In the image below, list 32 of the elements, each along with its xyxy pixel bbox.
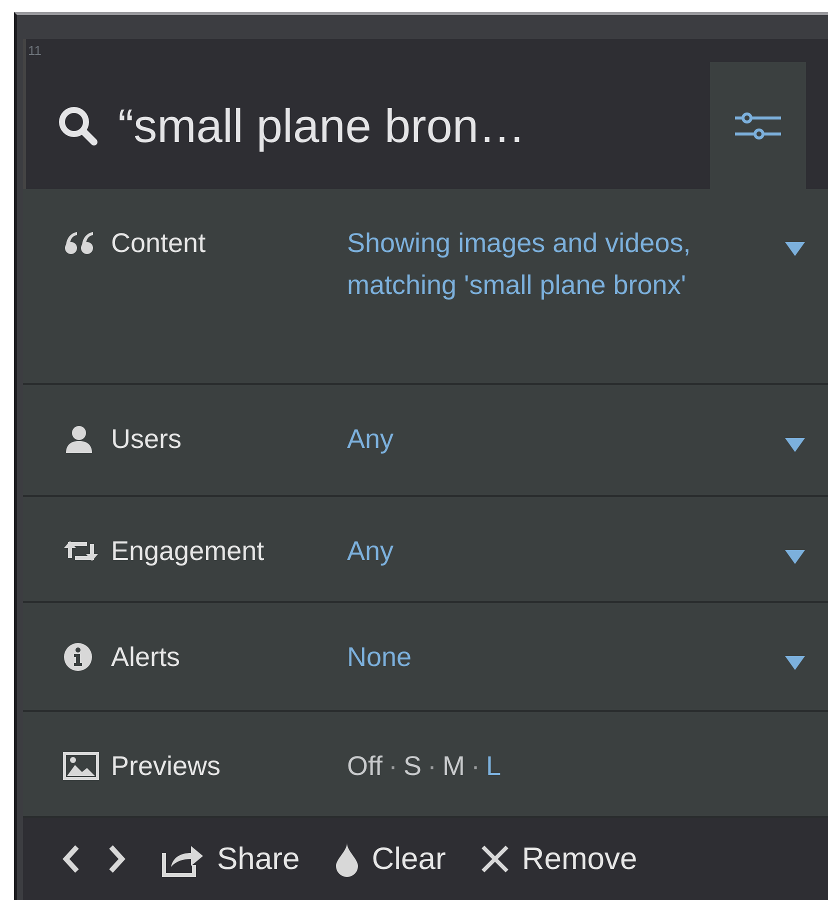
filter-label: Users	[111, 423, 183, 456]
dropdown-caret-icon[interactable]	[784, 241, 806, 257]
close-icon	[480, 844, 510, 874]
filter-value[interactable]: Showing images and videos, matching 'small plane bronx'	[347, 222, 707, 306]
preview-size-option[interactable]: M	[442, 751, 466, 781]
dropdown-caret-icon[interactable]	[784, 655, 806, 671]
filter-settings-tab[interactable]	[710, 62, 806, 189]
chevron-left-icon[interactable]	[61, 843, 81, 875]
dropdown-caret-icon[interactable]	[784, 549, 806, 565]
filter-label: Previews	[111, 750, 222, 783]
footer-action[interactable]: Clear	[334, 841, 446, 877]
dropdown-caret-icon[interactable]	[784, 437, 806, 453]
filter-label: Engagement	[111, 535, 266, 568]
user-icon	[63, 424, 95, 454]
info-icon	[63, 642, 93, 672]
filter-value[interactable]: Any	[347, 418, 707, 460]
column-number: 11	[28, 43, 42, 58]
footer-action[interactable]: Remove	[480, 841, 638, 877]
column-title: “small plane bron…	[118, 98, 526, 153]
separator-dot: ·	[388, 751, 399, 781]
preview-size-option[interactable]: L	[486, 751, 502, 781]
filter-value[interactable]: None	[347, 636, 707, 678]
chevron-right-icon[interactable]	[107, 843, 127, 875]
separator-dot: ·	[426, 751, 438, 781]
filter-value[interactable]: Any	[347, 530, 707, 572]
separator-dot: ·	[470, 751, 482, 781]
image-icon	[63, 752, 99, 780]
preview-size-option[interactable]: Off	[347, 751, 383, 781]
filter-label: Alerts	[111, 641, 182, 674]
filter-label: Content	[111, 227, 207, 260]
preview-size-option[interactable]: S	[404, 751, 422, 781]
footer-action[interactable]: Share	[161, 841, 300, 877]
